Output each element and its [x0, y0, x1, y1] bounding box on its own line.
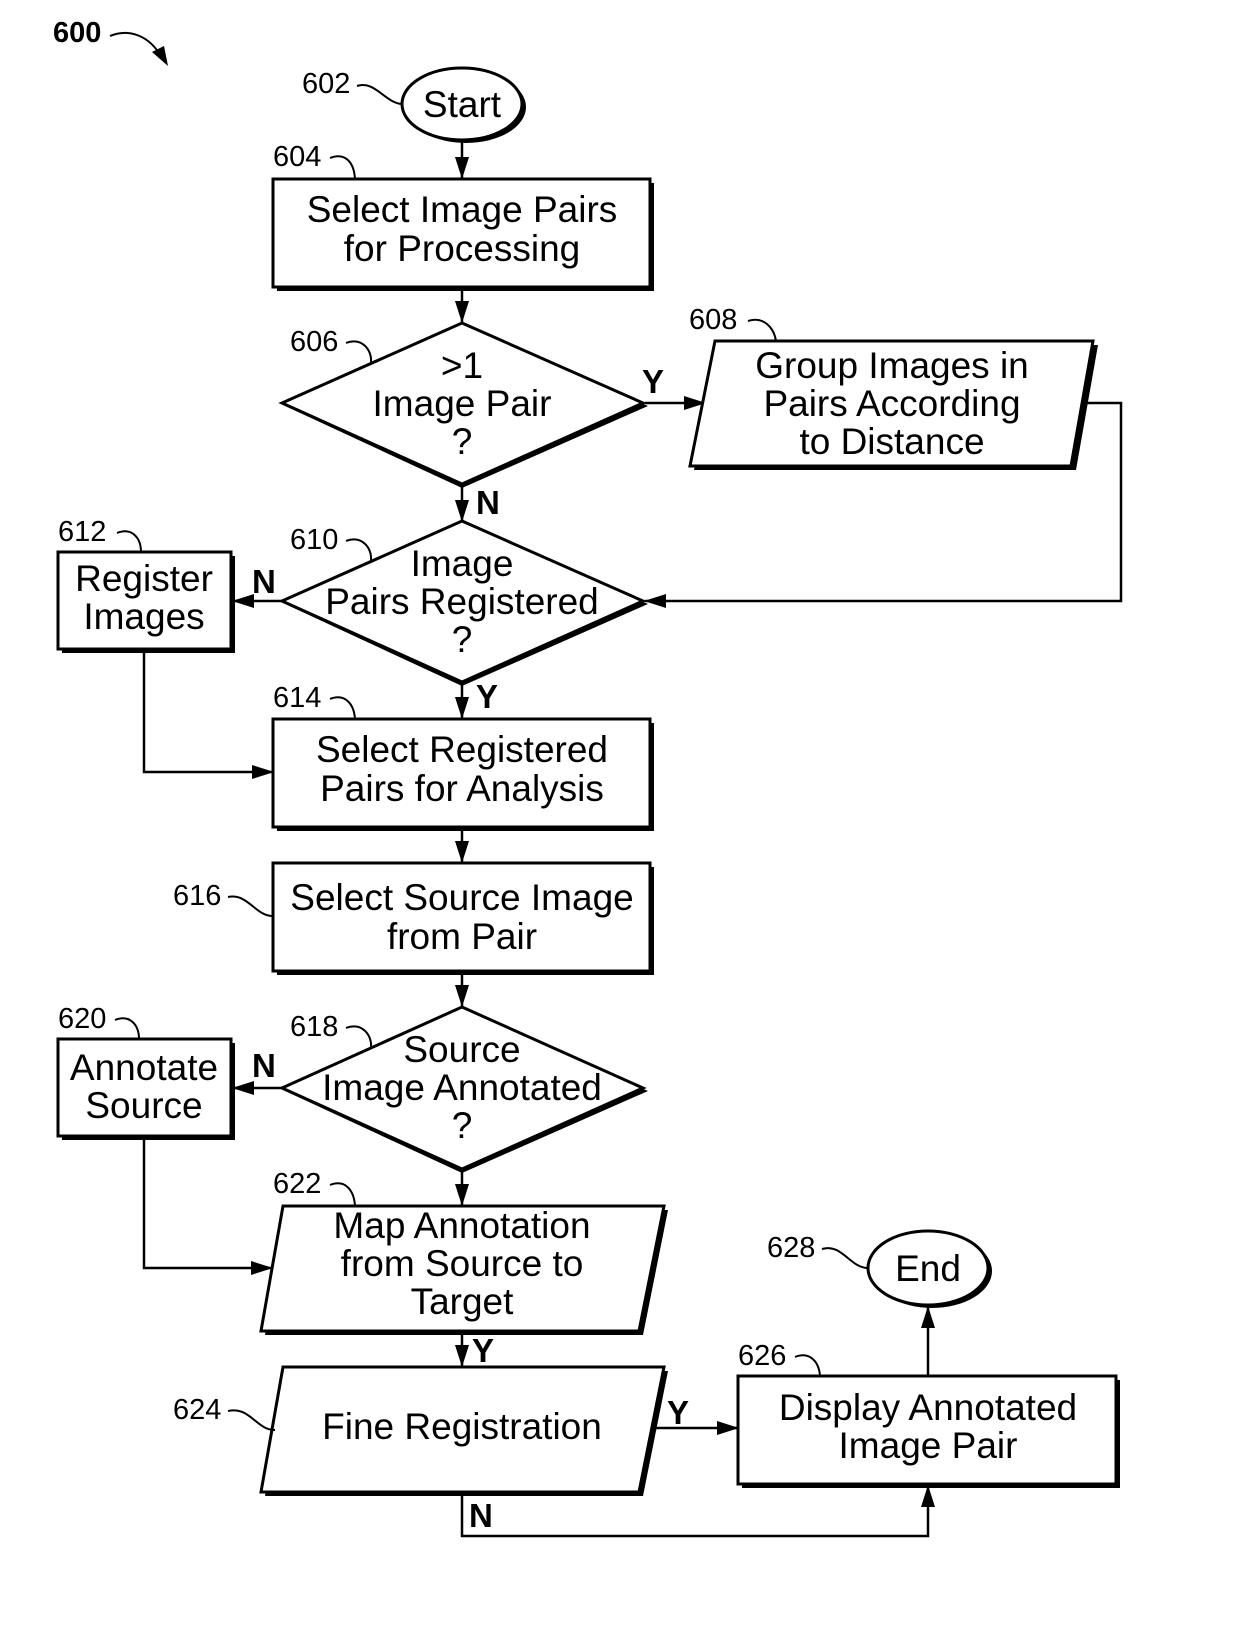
node-more-than-one-pair: >1 Image Pair ? 606 — [278, 321, 648, 488]
decision-618-line-3: ? — [452, 1105, 473, 1146]
fine-registration-line-1: Fine Registration — [322, 1406, 602, 1447]
select-registered-line-2: Pairs for Analysis — [320, 768, 604, 809]
leader-604 — [329, 155, 356, 180]
ref-614: 614 — [273, 682, 321, 714]
annotate-source-line-1: Annotate — [70, 1047, 218, 1088]
label-622-yes: Y — [472, 1332, 494, 1369]
ref-604: 604 — [273, 141, 321, 173]
decision-618-line-1: Source — [403, 1029, 520, 1070]
annotate-source-line-2: Source — [85, 1085, 202, 1126]
map-annotation-line-1: Map Annotation — [333, 1205, 590, 1246]
label-606-yes: Y — [642, 363, 664, 400]
ref-602: 602 — [302, 68, 350, 100]
map-annotation-line-3: Target — [411, 1281, 515, 1322]
end-text: End — [895, 1248, 961, 1289]
leader-616 — [227, 895, 274, 917]
display-pair-line-2: Image Pair — [839, 1425, 1018, 1466]
ref-620: 620 — [58, 1003, 106, 1035]
label-610-no: N — [252, 563, 276, 600]
leader-614 — [329, 696, 356, 720]
ref-612: 612 — [58, 516, 106, 548]
leader-628 — [821, 1247, 869, 1269]
node-map-annotation: Map Annotation from Source to Target 622 — [259, 1168, 668, 1335]
select-source-line-1: Select Source Image — [290, 877, 633, 918]
node-group-images: Group Images in Pairs According to Dista… — [688, 304, 1098, 470]
ref-610: 610 — [290, 524, 338, 556]
leader-618 — [345, 1025, 373, 1048]
decision-618-line-2: Image Annotated — [322, 1067, 602, 1108]
map-annotation-line-2: from Source to — [341, 1243, 584, 1284]
node-source-annotated: Source Image Annotated ? 618 — [278, 1005, 648, 1173]
register-images-line-2: Images — [83, 596, 204, 637]
ref-622: 622 — [273, 1168, 321, 1200]
leader-602 — [356, 84, 403, 105]
edge-612-to-614 — [142, 652, 274, 779]
leader-626 — [794, 1354, 821, 1377]
figure-arrow-curve — [109, 32, 163, 59]
label-618-no: N — [252, 1047, 276, 1084]
ref-626: 626 — [738, 1340, 786, 1372]
decision-606-line-2: Image Pair — [373, 383, 552, 424]
node-select-pairs: Select Image Pairs for Processing 604 — [271, 141, 654, 291]
select-source-line-2: from Pair — [387, 916, 537, 957]
figure-label: 600 — [53, 17, 168, 66]
node-start: Start 602 — [302, 66, 526, 143]
leader-608 — [747, 318, 777, 342]
group-images-line-2: Pairs According — [763, 383, 1020, 424]
start-text: Start — [423, 84, 502, 125]
node-fine-registration: Fine Registration 624 — [173, 1365, 668, 1496]
label-610-yes: Y — [476, 678, 498, 715]
figure-arrow-head — [152, 46, 168, 66]
decision-610-line-2: Pairs Registered — [325, 581, 599, 622]
ref-618: 618 — [290, 1011, 338, 1043]
ref-608: 608 — [689, 304, 737, 336]
label-606-no: N — [476, 484, 500, 521]
decision-606-line-3: ? — [452, 421, 473, 462]
group-images-line-1: Group Images in — [755, 345, 1029, 386]
figure-number: 600 — [53, 17, 101, 49]
leader-622 — [329, 1182, 356, 1207]
node-select-registered: Select Registered Pairs for Analysis 614 — [271, 682, 654, 831]
label-624-no: N — [469, 1497, 493, 1534]
display-pair-line-1: Display Annotated — [779, 1387, 1077, 1428]
node-end: End 628 — [767, 1229, 992, 1308]
decision-606-line-1: >1 — [441, 345, 483, 386]
flowchart: 600 Y N N Y N Y Y N Start 602 Select Ima… — [53, 17, 1123, 1538]
ref-624: 624 — [173, 1394, 221, 1426]
label-624-yes: Y — [667, 1394, 689, 1431]
node-select-source: Select Source Image from Pair 616 — [173, 861, 654, 975]
node-pairs-registered: Image Pairs Registered ? 610 — [278, 519, 648, 686]
leader-612 — [116, 530, 142, 553]
leader-610 — [345, 538, 373, 561]
decision-610-line-3: ? — [452, 619, 473, 660]
ref-628: 628 — [767, 1232, 815, 1264]
node-register-images: Register Images 612 — [56, 516, 235, 653]
leader-620 — [114, 1017, 140, 1040]
select-pairs-line-2: for Processing — [344, 228, 581, 269]
decision-610-line-1: Image — [411, 543, 514, 584]
select-registered-line-1: Select Registered — [316, 729, 608, 770]
node-annotate-source: Annotate Source 620 — [56, 1003, 235, 1140]
edge-620-to-622 — [142, 1138, 273, 1275]
ref-606: 606 — [290, 326, 338, 358]
leader-624 — [227, 1409, 276, 1431]
select-pairs-line-1: Select Image Pairs — [307, 189, 618, 230]
ref-616: 616 — [173, 880, 221, 912]
register-images-line-1: Register — [75, 558, 213, 599]
group-images-line-3: to Distance — [799, 421, 984, 462]
leader-606 — [345, 340, 373, 363]
